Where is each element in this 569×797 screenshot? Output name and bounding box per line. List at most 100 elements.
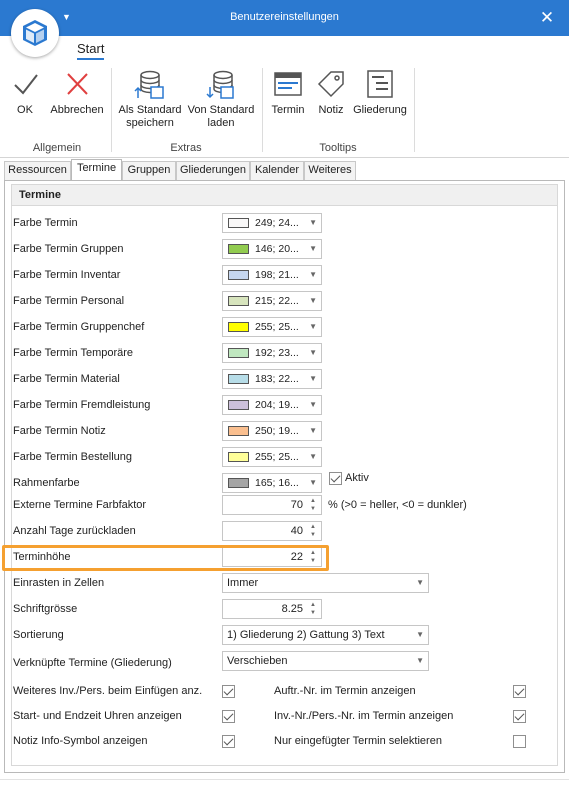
color-value: 255; 25... <box>255 321 299 333</box>
app-logo[interactable] <box>11 9 59 57</box>
color-row-label: Farbe Termin Gruppenchef <box>13 321 145 333</box>
chevron-down-icon: ▼ <box>309 218 317 227</box>
color-swatch <box>228 374 249 384</box>
option-inv-nr-checkbox[interactable] <box>513 710 526 723</box>
color-picker[interactable]: 249; 24... ▼ <box>222 213 322 233</box>
verknuepfte-value: Verschieben <box>227 655 288 667</box>
schriftgroesse-value: 8.25 <box>281 603 303 615</box>
tage-zurueck-spinner[interactable]: 40 ▲ ▼ <box>222 521 322 541</box>
group-label-allgemein: Allgemein <box>32 142 82 154</box>
color-swatch <box>228 322 249 332</box>
color-swatch <box>228 400 249 410</box>
tab-ressourcen[interactable]: Ressourcen <box>4 161 71 180</box>
ok-button[interactable]: OK <box>10 68 40 117</box>
ribbon-tab-start[interactable]: Start <box>77 41 105 60</box>
spinner-arrows-icon[interactable]: ▲ ▼ <box>308 549 318 565</box>
close-button[interactable]: ✕ <box>537 8 557 28</box>
option-inv-pers-checkbox[interactable] <box>222 685 235 698</box>
color-row-label: Farbe Termin Material <box>13 373 120 385</box>
spinner-arrows-icon[interactable]: ▲ ▼ <box>308 523 318 539</box>
tab-gliederungen[interactable]: Gliederungen <box>176 161 250 180</box>
save-as-default-label-2: speichern <box>126 117 174 129</box>
option-notiz-symbol-checkbox[interactable] <box>222 735 235 748</box>
rahmen-aktiv-label: Aktiv <box>345 472 369 484</box>
calendar-icon <box>274 72 302 96</box>
color-row-label: Farbe Termin Personal <box>13 295 125 307</box>
status-bar <box>0 779 569 797</box>
save-as-default-button[interactable]: Als Standard speichern <box>116 68 184 130</box>
color-picker[interactable]: 255; 25... ▼ <box>222 317 322 337</box>
ribbon-separator <box>111 68 112 152</box>
verknuepfte-dropdown[interactable]: Verschieben ▼ <box>222 651 429 671</box>
schriftgroesse-spinner[interactable]: 8.25 ▲ ▼ <box>222 599 322 619</box>
chevron-down-icon: ▼ <box>309 296 317 305</box>
tab-gruppen[interactable]: Gruppen <box>122 161 176 180</box>
color-picker[interactable]: 146; 20... ▼ <box>222 239 322 259</box>
color-row-label: Farbe Termin Bestellung <box>13 451 133 463</box>
color-swatch <box>228 426 249 436</box>
color-value: 249; 24... <box>255 217 299 229</box>
tage-zurueck-value: 40 <box>290 525 303 537</box>
farbfaktor-spinner[interactable]: 70 ▲ ▼ <box>222 495 322 515</box>
sortierung-dropdown[interactable]: 1) Gliederung 2) Gattung 3) Text ▼ <box>222 625 429 645</box>
cross-icon <box>67 73 88 95</box>
cancel-button[interactable]: Abbrechen <box>48 68 106 117</box>
color-picker[interactable]: 204; 19... ▼ <box>222 395 322 415</box>
terminhoehe-spinner[interactable]: 22 ▲ ▼ <box>222 547 322 567</box>
load-from-default-button[interactable]: Von Standard laden <box>186 68 256 130</box>
einrasten-dropdown[interactable]: Immer ▼ <box>222 573 429 593</box>
tooltip-termin-label: Termin <box>271 104 305 116</box>
save-as-default-label-1: Als Standard <box>118 104 182 116</box>
option-label: Start- und Endzeit Uhren anzeigen <box>13 710 182 722</box>
ribbon-separator <box>414 68 415 152</box>
tab-termine[interactable]: Termine <box>71 159 122 180</box>
sortierung-label: Sortierung <box>13 629 64 641</box>
color-picker[interactable]: 255; 25... ▼ <box>222 447 322 467</box>
einrasten-value: Immer <box>227 577 259 589</box>
color-value: 255; 25... <box>255 451 299 463</box>
color-picker[interactable]: 198; 21... ▼ <box>222 265 322 285</box>
tab-content-termine: Termine Farbe Termin 249; 24... ▼ Farbe Ter… <box>4 180 565 773</box>
einrasten-label: Einrasten in Zellen <box>13 577 105 589</box>
load-from-default-label-1: Von Standard <box>187 104 255 116</box>
group-label-tooltips: Tooltips <box>319 142 357 154</box>
terminhoehe-value: 22 <box>290 551 303 563</box>
color-row-label: Farbe Termin Inventar <box>13 269 121 281</box>
chevron-down-icon: ▼ <box>416 656 424 665</box>
color-picker[interactable]: 192; 23... ▼ <box>222 343 322 363</box>
cancel-button-label: Abbrechen <box>50 104 104 116</box>
chevron-down-icon: ▼ <box>416 578 424 587</box>
verknuepfte-label: Verknüpfte Termine (Gliederung) <box>13 657 172 669</box>
sortierung-value: 1) Gliederung 2) Gattung 3) Text <box>227 629 385 641</box>
spinner-arrows-icon[interactable]: ▲ ▼ <box>308 497 318 513</box>
section-title: Termine <box>11 184 558 206</box>
rahmen-aktiv-checkbox[interactable] <box>329 472 342 485</box>
farbfaktor-label: Externe Termine Farbfaktor <box>13 499 147 511</box>
color-picker[interactable]: 250; 19... ▼ <box>222 421 322 441</box>
color-picker[interactable]: 183; 22... ▼ <box>222 369 322 389</box>
option-auftr-nr-checkbox[interactable] <box>513 685 526 698</box>
terminhoehe-label: Terminhöhe <box>13 551 71 563</box>
database-load-icon <box>206 70 234 99</box>
color-row-label: Farbe Termin <box>13 217 78 229</box>
tab-weiteres[interactable]: Weiteres <box>304 161 356 180</box>
color-swatch <box>228 270 249 280</box>
color-picker[interactable]: 215; 22... ▼ <box>222 291 322 311</box>
color-value: 198; 21... <box>255 269 299 281</box>
tooltip-termin-button[interactable]: Termin <box>268 68 308 117</box>
tab-kalender[interactable]: Kalender <box>250 161 304 180</box>
option-uhren-checkbox[interactable] <box>222 710 235 723</box>
tooltip-notiz-button[interactable]: Notiz <box>313 68 349 117</box>
chevron-down-icon: ▼ <box>309 374 317 383</box>
spinner-arrows-icon[interactable]: ▲ ▼ <box>308 601 318 617</box>
ribbon: OK Abbrechen Allgemein Als Standard spei… <box>0 62 569 158</box>
window-title: Benutzereinstellungen <box>230 11 339 23</box>
color-row-label: Farbe Termin Temporäre <box>13 347 134 359</box>
option-nur-eingefuegt-checkbox[interactable] <box>513 735 526 748</box>
color-swatch <box>228 296 249 306</box>
tooltip-gliederung-button[interactable]: Gliederung <box>352 68 408 117</box>
color-picker[interactable]: 165; 16... ▼ <box>222 473 322 493</box>
color-value: 215; 22... <box>255 295 299 307</box>
color-value: 183; 22... <box>255 373 299 385</box>
checkmark-icon <box>14 74 38 95</box>
